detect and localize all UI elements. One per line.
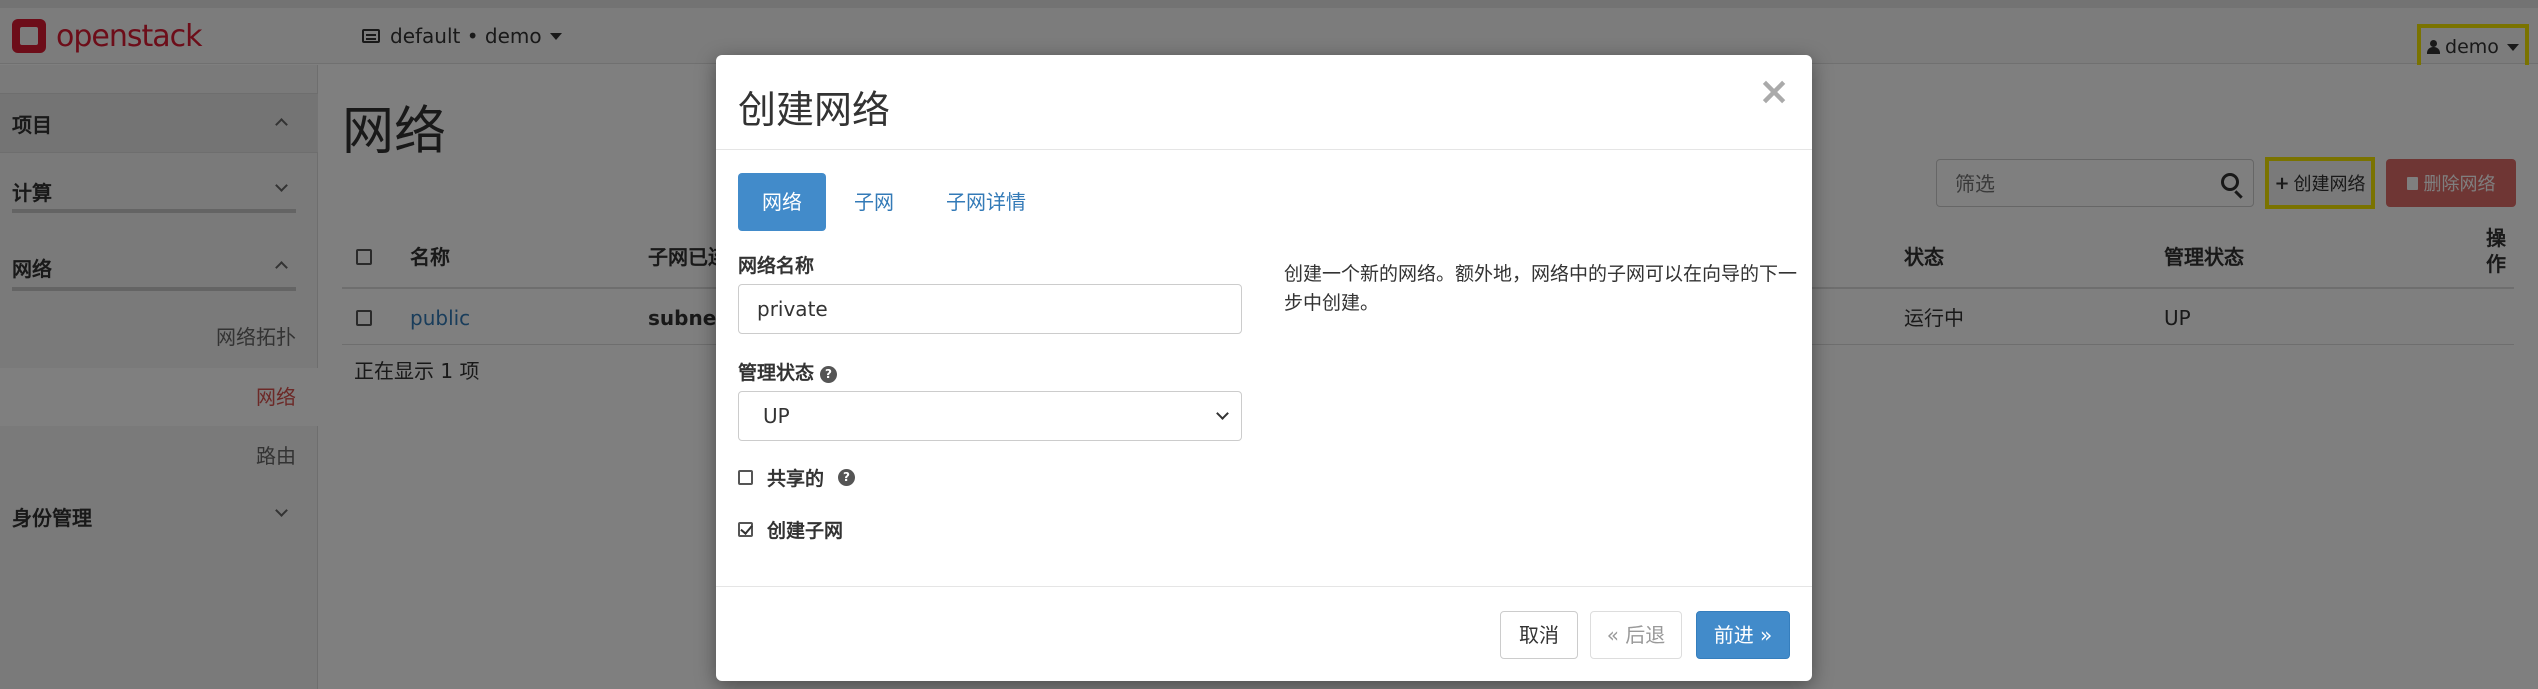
close-icon[interactable]: × (1758, 69, 1790, 113)
tab-network[interactable]: 网络 (738, 173, 826, 231)
help-description: 创建一个新的网络。额外地，网络中的子网可以在向导的下一步中创建。 (1284, 263, 1798, 314)
tab-subnet-details[interactable]: 子网详情 (922, 173, 1050, 231)
create-subnet-label: 创建子网 (767, 519, 844, 542)
shared-checkbox[interactable] (738, 469, 753, 485)
create-subnet-checkbox[interactable] (738, 521, 753, 537)
admin-state-selected: UP (763, 404, 790, 428)
modal-title: 创建网络 (738, 88, 891, 132)
cancel-button[interactable]: 取消 (1500, 611, 1578, 659)
network-name-input[interactable]: private (738, 284, 1242, 334)
modal-header: 创建网络 × (716, 55, 1812, 150)
next-button[interactable]: 前进 » (1696, 611, 1790, 659)
create-network-modal: 创建网络 × 网络 子网 子网详情 网络名称 private 管理状态? UP … (716, 55, 1812, 681)
back-button[interactable]: « 后退 (1590, 611, 1682, 659)
admin-state-label: 管理状态? (738, 358, 838, 385)
shared-option[interactable]: 共享的? (738, 465, 856, 490)
admin-state-label-text: 管理状态 (738, 362, 815, 384)
admin-state-select[interactable]: UP (738, 391, 1242, 441)
wizard-tabs: 网络 子网 子网详情 (738, 173, 1054, 231)
network-name-label: 网络名称 (738, 255, 815, 277)
chevron-down-icon (1216, 407, 1229, 420)
modal-footer: 取消 « 后退 前进 » (716, 586, 1812, 681)
tab-subnet[interactable]: 子网 (830, 173, 918, 231)
shared-label: 共享的 (767, 467, 825, 490)
create-subnet-option[interactable]: 创建子网 (738, 517, 844, 542)
help-icon[interactable]: ? (820, 366, 838, 383)
help-icon[interactable]: ? (838, 468, 856, 486)
